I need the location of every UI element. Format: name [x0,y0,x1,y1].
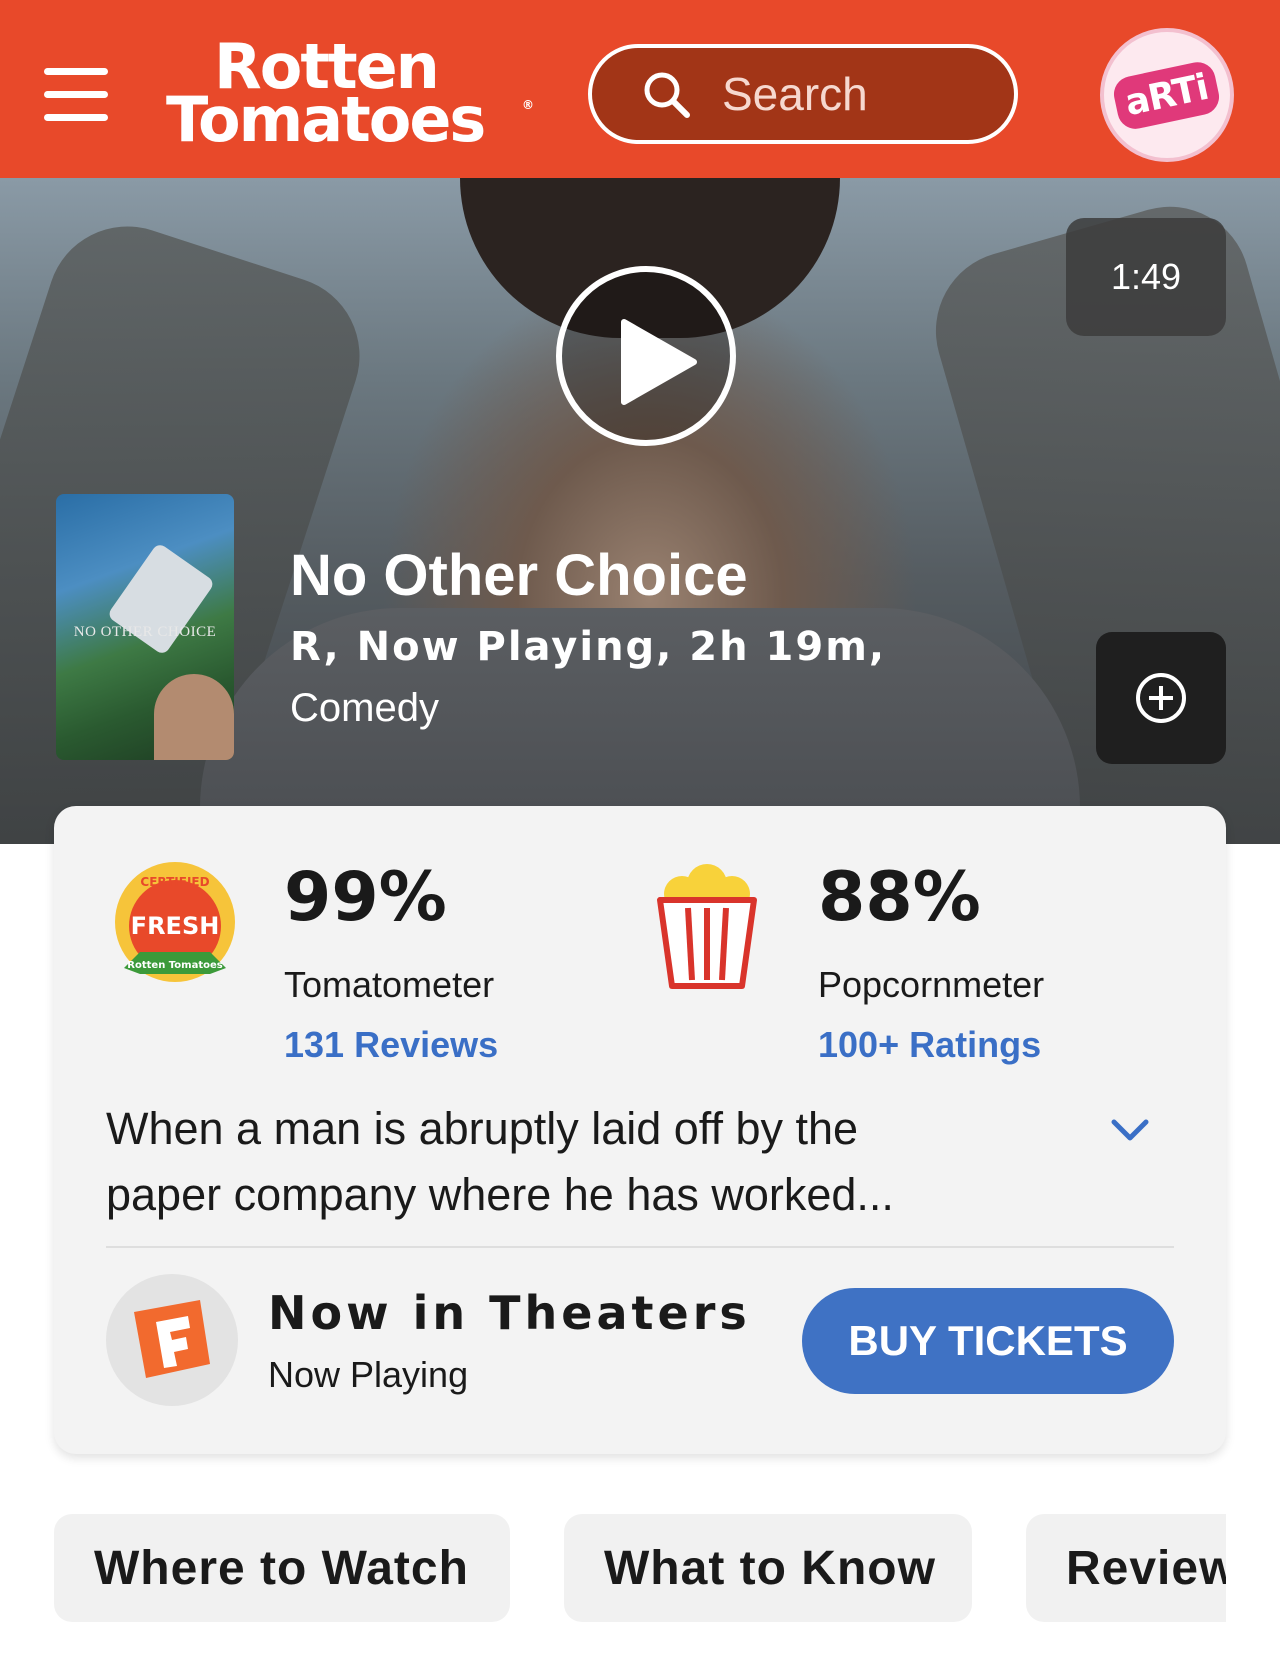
synopsis-line2: paper company where he has worked... [106,1169,894,1220]
badge-certified-text: CERTIFIED [140,875,209,889]
popcornmeter-score: 88% [818,858,981,937]
user-avatar[interactable]: aRTi [1100,28,1234,162]
movie-title: No Other Choice [290,543,748,608]
registered-mark: ® [522,98,534,112]
top-header: Rotten Tomatoes ® aRTi [0,0,1280,178]
fandango-logo [106,1274,238,1406]
search-bar[interactable] [588,44,1018,144]
tab-what-to-know[interactable]: What to Know [564,1514,972,1622]
section-tabs: Where to Watch What to Know Reviews [0,1514,1280,1622]
tomatometer-label: Tomatometer [284,964,495,1005]
score-card: CERTIFIED FRESH Rotten Tomatoes 99% Toma… [54,806,1226,1454]
menu-icon[interactable] [44,68,108,122]
popcorn-icon [657,864,757,989]
synopsis[interactable]: When a man is abruptly laid off by the p… [106,1096,986,1228]
search-icon [644,72,690,118]
rotten-tomatoes-logo[interactable]: Rotten Tomatoes ® [166,35,538,157]
plus-circle-icon [1136,673,1186,723]
add-to-watchlist-button[interactable] [1096,632,1226,764]
fandango-icon [134,1300,210,1378]
play-button[interactable] [556,266,736,446]
chevron-down-icon[interactable] [1110,1110,1150,1150]
badge-brand-text: Rotten Tomatoes [127,960,222,971]
avatar-text: aRTi [1110,58,1224,132]
poster-title: NO OTHER CHOICE [73,624,217,640]
tab-reviews[interactable]: Reviews [1026,1514,1226,1622]
tab-where-to-watch[interactable]: Where to Watch [54,1514,510,1622]
movie-poster[interactable]: NO OTHER CHOICE [56,494,234,760]
movie-genre: Comedy [290,686,439,730]
trailer-hero[interactable]: 1:49 NO OTHER CHOICE No Other Choice R, … [0,178,1280,844]
synopsis-line1: When a man is abruptly laid off by the [106,1103,859,1154]
logo-line2: Tomatoes [166,83,486,157]
popcornmeter-label: Popcornmeter [818,964,1045,1005]
popcornmeter-ratings-link[interactable]: 100+ Ratings [818,1024,1041,1066]
badge-fresh-text: FRESH [131,912,220,940]
tomatometer-reviews-link[interactable]: 131 Reviews [284,1024,498,1066]
video-duration: 1:49 [1066,218,1226,336]
buy-tickets-button[interactable]: BUY TICKETS [802,1288,1174,1394]
tomatometer-score: 99% [284,858,447,937]
theaters-subtitle: Now Playing [268,1354,469,1395]
certified-fresh-icon: CERTIFIED FRESH Rotten Tomatoes [115,862,235,982]
search-input[interactable] [722,67,972,121]
movie-meta: R, Now Playing, 2h 19m, [290,624,887,670]
play-icon [621,319,697,405]
divider [106,1246,1174,1248]
theaters-title: Now in Theaters [268,1286,751,1340]
